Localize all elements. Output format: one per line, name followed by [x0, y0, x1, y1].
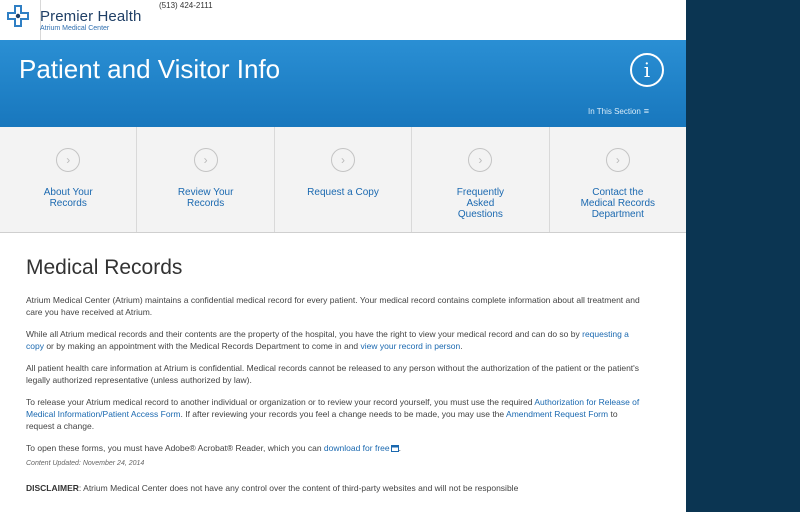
chevron-right-circle-icon: › — [605, 148, 630, 172]
paragraph-forms: To open these forms, you must have Adobe… — [26, 442, 644, 454]
disclaimer-label: DISCLAIMER — [26, 483, 79, 493]
disclaimer: DISCLAIMER: Atrium Medical Center does n… — [26, 483, 644, 493]
premier-health-logo-icon — [7, 5, 29, 27]
text: . — [460, 341, 463, 351]
text: To open these forms, you must have Adobe… — [26, 443, 324, 453]
tile-label: Request a Copy — [307, 187, 379, 198]
chevron-right-circle-icon: › — [468, 148, 493, 172]
text: While all Atrium medical records and the… — [26, 329, 583, 339]
content-heading: Medical Records — [26, 256, 183, 279]
amendment-request-form-link[interactable]: Amendment Request Form — [506, 409, 608, 419]
tile-label: About Your Records — [43, 187, 93, 209]
text: To release your Atrium medical record to… — [26, 397, 535, 407]
chevron-right-circle-icon: › — [193, 148, 218, 172]
text: or by making an appointment with the Med… — [43, 341, 361, 351]
phone-number[interactable]: (513) 424-2111 — [159, 1, 213, 10]
view-record-in-person-link[interactable]: view your record in person — [361, 341, 461, 351]
download-link-label: download for free — [323, 443, 390, 453]
page-title: Patient and Visitor Info — [19, 54, 281, 84]
section-banner: Patient and Visitor Info i In This Secti… — [0, 40, 686, 127]
paragraph-intro: Atrium Medical Center (Atrium) maintains… — [26, 295, 640, 317]
tile-label: Review Your Records — [177, 187, 234, 209]
tile-contact-medical-records[interactable]: › Contact the Medical Records Department — [550, 127, 686, 232]
download-reader-link[interactable]: download for free — [324, 443, 399, 453]
external-link-icon — [390, 445, 399, 452]
tile-about-your-records[interactable]: › About Your Records — [0, 127, 138, 232]
in-this-section-link[interactable]: In This Section ≡ — [588, 106, 649, 116]
tile-review-your-records[interactable]: › Review Your Records — [137, 127, 275, 232]
site-logo[interactable] — [6, 4, 34, 28]
info-icon[interactable]: i — [630, 53, 664, 87]
in-this-section-label: In This Section — [588, 107, 641, 116]
tile-faq[interactable]: › Frequently Asked Questions — [412, 127, 550, 232]
text: . — [398, 443, 401, 453]
brand-name[interactable]: Premier Health — [40, 8, 141, 25]
content-updated-date: Content Updated: November 24, 2014 — [26, 460, 145, 467]
paragraph-confidential: All patient health care information at A… — [26, 363, 640, 385]
paragraph-release: To release your Atrium medical record to… — [26, 396, 644, 432]
paragraph-rights: While all Atrium medical records and the… — [26, 328, 644, 352]
chevron-right-circle-icon: › — [56, 148, 81, 172]
brand-subtitle: Atrium Medical Center — [40, 25, 110, 32]
right-rail — [686, 0, 800, 512]
main-content: Medical Records Atrium Medical Center (A… — [26, 256, 644, 502]
tile-label: Frequently Asked Questions — [456, 187, 505, 220]
section-nav-tiles: › About Your Records › Review Your Recor… — [0, 127, 686, 233]
tile-request-a-copy[interactable]: › Request a Copy — [275, 127, 413, 232]
disclaimer-text: : Atrium Medical Center does not have an… — [78, 483, 519, 493]
tile-label: Contact the Medical Records Department — [580, 187, 656, 220]
chevron-right-circle-icon: › — [331, 148, 356, 172]
top-bar: Premier Health Atrium Medical Center (51… — [0, 0, 686, 41]
page: Premier Health Atrium Medical Center (51… — [0, 0, 686, 512]
menu-icon: ≡ — [643, 106, 650, 116]
text: . If after reviewing your records you fe… — [180, 409, 507, 419]
